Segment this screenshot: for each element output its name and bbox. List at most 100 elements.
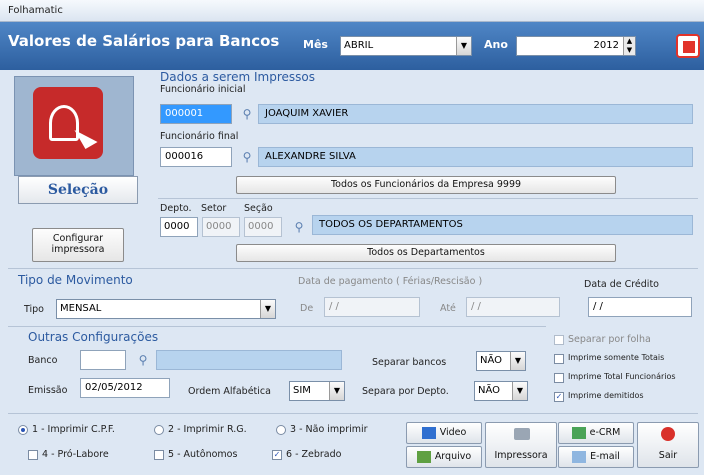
selecao-button[interactable]: Seleção bbox=[18, 176, 138, 204]
dados-title: Dados a serem Impressos bbox=[160, 70, 315, 84]
depto-label: Depto. bbox=[160, 203, 192, 214]
chevron-down-icon[interactable]: ▼ bbox=[512, 382, 527, 400]
search-icon[interactable]: ⚲ bbox=[238, 148, 256, 166]
separar-bancos-select[interactable]: NÃO ▼ bbox=[476, 351, 526, 371]
divider bbox=[158, 198, 698, 199]
nao-label: 3 - Não imprimir bbox=[290, 424, 368, 435]
func-ini-code-input[interactable]: 000001 bbox=[160, 104, 232, 124]
separar-bancos-value: NÃO bbox=[480, 355, 503, 366]
ecrm-button[interactable]: e-CRM bbox=[558, 422, 634, 444]
total-func-label: Imprime Total Funcionários bbox=[568, 372, 676, 381]
exit-icon[interactable] bbox=[676, 34, 700, 58]
func-ini-label: Funcionário inicial bbox=[160, 84, 246, 95]
page-title: Valores de Salários para Bancos bbox=[8, 32, 280, 50]
chevron-down-icon[interactable]: ▼ bbox=[456, 37, 471, 55]
banco-input[interactable] bbox=[80, 350, 126, 370]
movimento-title: Tipo de Movimento bbox=[18, 273, 133, 287]
video-button[interactable]: Video bbox=[406, 422, 482, 444]
ano-value: 2012 bbox=[593, 40, 619, 51]
email-icon bbox=[572, 450, 587, 463]
arquivo-label: Arquivo bbox=[434, 451, 472, 462]
folder-icon bbox=[416, 450, 431, 463]
separa-depto-label: Separa por Depto. bbox=[362, 386, 449, 397]
separar-folha-label: Separar por folha bbox=[568, 334, 651, 345]
zebrado-label: 6 - Zebrado bbox=[286, 449, 342, 460]
outras-title: Outras Configurações bbox=[28, 330, 159, 344]
email-label: E-mail bbox=[590, 451, 620, 462]
ate-label: Até bbox=[440, 303, 456, 314]
ordem-value: SIM bbox=[293, 385, 311, 396]
somente-totais-label: Imprime somente Totais bbox=[568, 353, 665, 362]
divider bbox=[8, 413, 698, 414]
de-input[interactable]: / / bbox=[324, 297, 420, 317]
mes-value: ABRIL bbox=[344, 40, 374, 51]
emissao-input[interactable]: 02/05/2012 bbox=[80, 378, 170, 398]
close-icon bbox=[661, 427, 675, 441]
zebrado-checkbox[interactable]: ✓ bbox=[272, 450, 282, 460]
credito-input[interactable]: / / bbox=[588, 297, 692, 317]
func-fin-label: Funcionário final bbox=[160, 131, 239, 142]
email-button[interactable]: E-mail bbox=[558, 446, 634, 468]
secao-label: Seção bbox=[244, 203, 273, 214]
tipo-value: MENSAL bbox=[60, 303, 102, 314]
person-icon bbox=[49, 105, 79, 141]
demitidos-checkbox[interactable]: ✓ bbox=[554, 392, 564, 402]
separar-bancos-label: Separar bancos bbox=[372, 357, 447, 368]
search-icon[interactable]: ⚲ bbox=[290, 218, 308, 236]
tipo-select[interactable]: MENSAL ▼ bbox=[56, 299, 276, 319]
ano-stepper[interactable]: 2012 ▲ ▼ bbox=[516, 36, 636, 56]
depto-input[interactable]: 0000 bbox=[160, 217, 198, 237]
demitidos-label: Imprime demitidos bbox=[568, 391, 644, 400]
func-fin-name: ALEXANDRE SILVA bbox=[258, 147, 693, 167]
nao-radio[interactable] bbox=[276, 425, 286, 435]
ordem-select[interactable]: SIM ▼ bbox=[289, 381, 345, 401]
configurar-impressora-button[interactable]: Configurar impressora bbox=[32, 228, 124, 262]
spin-icon[interactable]: ▲ ▼ bbox=[623, 37, 635, 55]
ordem-label: Ordem Alfabética bbox=[188, 386, 271, 397]
mes-label: Mês bbox=[303, 38, 328, 51]
data-credito-label: Data de Crédito bbox=[584, 279, 659, 290]
crm-icon bbox=[571, 426, 586, 439]
impressora-label: Impressora bbox=[494, 450, 548, 461]
pro-labore-checkbox[interactable] bbox=[28, 450, 38, 460]
pro-labore-label: 4 - Pró-Labore bbox=[42, 449, 109, 460]
separa-depto-select[interactable]: NÃO ▼ bbox=[474, 381, 528, 401]
autonomos-checkbox[interactable] bbox=[154, 450, 164, 460]
separa-depto-value: NÃO bbox=[478, 385, 501, 396]
selection-logo bbox=[14, 76, 134, 176]
chevron-down-icon[interactable]: ▼ bbox=[510, 352, 525, 370]
arquivo-button[interactable]: Arquivo bbox=[406, 446, 482, 468]
rg-label: 2 - Imprimir R.G. bbox=[168, 424, 247, 435]
somente-totais-checkbox[interactable] bbox=[554, 354, 564, 364]
data-pagamento-label: Data de pagamento ( Férias/Rescisão ) bbox=[298, 276, 483, 287]
main-window: Folhamatic Valores de Salários para Banc… bbox=[0, 0, 704, 475]
monitor-icon bbox=[421, 426, 436, 439]
setor-input[interactable]: 0000 bbox=[202, 217, 240, 237]
divider bbox=[8, 268, 698, 269]
banco-name bbox=[156, 350, 342, 370]
chevron-down-icon[interactable]: ▼ bbox=[260, 300, 275, 318]
rg-radio[interactable] bbox=[154, 425, 164, 435]
todos-departamentos-button[interactable]: Todos os Departamentos bbox=[236, 244, 616, 262]
cpf-radio[interactable] bbox=[18, 425, 28, 435]
todos-funcionarios-button[interactable]: Todos os Funcionários da Empresa 9999 bbox=[236, 176, 616, 194]
separar-folha-checkbox[interactable] bbox=[554, 335, 564, 345]
search-icon[interactable]: ⚲ bbox=[134, 351, 152, 369]
func-ini-name: JOAQUIM XAVIER bbox=[258, 104, 693, 124]
ecrm-label: e-CRM bbox=[589, 427, 621, 438]
divider bbox=[8, 326, 546, 327]
secao-input[interactable]: 0000 bbox=[244, 217, 282, 237]
search-icon[interactable]: ⚲ bbox=[238, 105, 256, 123]
banco-label: Banco bbox=[28, 355, 58, 366]
func-fin-code-input[interactable]: 000016 bbox=[160, 147, 232, 167]
ate-input[interactable]: / / bbox=[466, 297, 560, 317]
video-label: Video bbox=[439, 427, 467, 438]
emissao-label: Emissão bbox=[28, 385, 68, 396]
setor-label: Setor bbox=[201, 203, 227, 214]
printer-icon bbox=[514, 428, 530, 440]
header-bar: Valores de Salários para Bancos Mês ABRI… bbox=[0, 22, 704, 70]
total-func-checkbox[interactable] bbox=[554, 373, 564, 383]
depto-name: TODOS OS DEPARTAMENTOS bbox=[312, 215, 693, 235]
mes-select[interactable]: ABRIL ▼ bbox=[340, 36, 472, 56]
chevron-down-icon[interactable]: ▼ bbox=[329, 382, 344, 400]
